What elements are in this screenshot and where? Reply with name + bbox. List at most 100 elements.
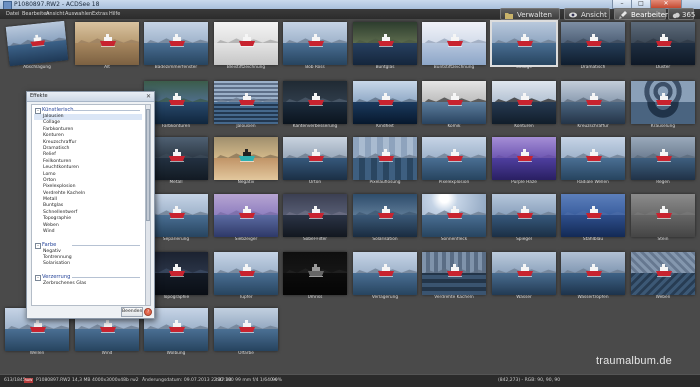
thumbnail-image[interactable] (214, 137, 278, 180)
thumbnail-label: Kreuzschraffur (577, 124, 609, 129)
thumbnail-item[interactable]: Ölfarbe (214, 308, 278, 357)
thumbnail-image[interactable] (353, 252, 417, 295)
menu-auswahlen[interactable]: Auswahlen (65, 9, 92, 19)
scrollbar-thumb[interactable] (146, 109, 150, 221)
thumbnail-image[interactable] (631, 137, 695, 180)
thumbnail-item[interactable]: Negativ (214, 137, 278, 186)
thumbnail-item[interactable]: Radiale Wellen (561, 137, 625, 186)
thumbnail-image[interactable] (561, 194, 625, 237)
thumbnail-image[interactable] (490, 20, 558, 67)
thumbnail-item[interactable]: Verlagerung (353, 252, 417, 301)
thumbnail-image[interactable] (283, 22, 347, 65)
menu-hilfe[interactable]: Hilfe (109, 9, 120, 19)
thumbnail-image[interactable] (422, 81, 486, 124)
thumbnail-image[interactable] (353, 194, 417, 237)
thumbnail-label: Badezimmerfenster (154, 65, 198, 70)
thumbnail-item[interactable]: Bob Ross (283, 22, 347, 71)
thumbnail-item[interactable]: Verdrehte Kacheln (422, 252, 486, 301)
thumbnail-item[interactable]: Düster (631, 22, 695, 71)
thumbnail-item[interactable]: Kreuzschraffur (561, 81, 625, 130)
dialog-close-icon[interactable]: ✕ (146, 92, 151, 101)
thumbnail-image[interactable] (422, 137, 486, 180)
thumbnail-image[interactable] (214, 308, 278, 351)
thumbnail-image[interactable] (214, 81, 278, 124)
thumbnail-item[interactable]: Wasser (492, 252, 556, 301)
thumbnail-image[interactable] (283, 137, 347, 180)
thumbnail-item[interactable]: Konturen (492, 81, 556, 130)
thumbnail-image[interactable] (144, 22, 208, 65)
thumbnail-item[interactable]: Buntstiftzeichnung (422, 22, 486, 71)
thumbnail-item[interactable]: Wassertropfen (561, 252, 625, 301)
thumbnail-image[interactable] (561, 22, 625, 65)
thumbnail-image[interactable] (631, 22, 695, 65)
thumbnail-item[interactable]: Alt (75, 22, 139, 71)
effects-list-item[interactable]: Wind (34, 229, 142, 235)
thumbnail-image[interactable] (631, 81, 695, 124)
thumbnail-label: Verlagerung (371, 295, 399, 300)
thumbnail-item[interactable]: Sobel-Filter (283, 194, 347, 243)
thumbnail-item[interactable]: Spiegel (492, 194, 556, 243)
thumbnail-image[interactable] (422, 22, 486, 65)
thumbnail-image[interactable] (5, 20, 69, 67)
thumbnail-image[interactable] (492, 194, 556, 237)
thumbnail-item[interactable]: Collage (490, 20, 558, 71)
effects-group-header[interactable]: – Künstlerisch (34, 107, 142, 114)
thumbnail-item[interactable]: Kräuselung (631, 81, 695, 130)
thumbnail-item[interactable]: Siebzeiger (214, 194, 278, 243)
thumbnail-image[interactable] (492, 252, 556, 295)
thumbnail-image[interactable] (561, 137, 625, 180)
effects-list-item[interactable]: Solarisation (34, 261, 142, 267)
thumbnail-image[interactable] (631, 194, 695, 237)
thumbnail-item[interactable]: Pixelauflösung (353, 137, 417, 186)
thumbnail-image[interactable] (283, 81, 347, 124)
thumbnail-item[interactable]: Stahlblau (561, 194, 625, 243)
thumbnail-image[interactable] (561, 81, 625, 124)
thumbnail-item[interactable]: Tupfer (214, 252, 278, 301)
thumbnail-image[interactable] (214, 194, 278, 237)
thumbnail-item[interactable]: Orton (283, 137, 347, 186)
thumbnail-image[interactable] (492, 81, 556, 124)
thumbnail-image[interactable] (214, 22, 278, 65)
thumbnail-item[interactable]: Komik (422, 81, 486, 130)
thumbnail-item[interactable]: Weben (631, 252, 695, 301)
thumbnail-item[interactable]: Solarisation (353, 194, 417, 243)
thumbnail-image[interactable] (283, 252, 347, 295)
thumbnail-image[interactable] (75, 22, 139, 65)
menu-extras[interactable]: Extras (92, 9, 108, 19)
effects-list-item[interactable]: Zerbrochenes Glas (34, 281, 142, 287)
help-icon[interactable]: ? (144, 308, 152, 316)
thumbnail-item[interactable]: Kantenverbesserung (283, 81, 347, 130)
thumbnail-label: Weben (655, 295, 671, 300)
thumbnail-label: Sobel-Filter (302, 237, 328, 242)
thumbnail-image[interactable] (561, 252, 625, 295)
thumbnail-item[interactable]: Abschlagung (5, 20, 69, 71)
effects-group-header[interactable]: – Farbe (34, 242, 142, 249)
thumbnail-item[interactable]: Regen (631, 137, 695, 186)
effects-list: – Künstlerisch Jalousien Collage Farbkonture… (31, 104, 146, 306)
thumbnail-image[interactable] (422, 194, 486, 237)
thumbnail-image[interactable] (214, 252, 278, 295)
thumbnail-item[interactable]: Kindheit (353, 81, 417, 130)
thumbnail-item[interactable]: Sonnenfleck (422, 194, 486, 243)
effects-group-header[interactable]: – Verzerrung (34, 274, 142, 281)
thumbnail-item[interactable]: Buntglas (353, 22, 417, 71)
menu-datei[interactable]: Datei (6, 9, 19, 19)
thumbnail-item[interactable]: Purple Haze (492, 137, 556, 186)
effects-scrollbar[interactable] (145, 104, 151, 306)
thumbnail-item[interactable]: Bleistiftzeichnung (214, 22, 278, 71)
beenden-button[interactable]: Beenden (121, 307, 143, 317)
thumbnail-item[interactable]: Jalousien (214, 81, 278, 130)
thumbnail-image[interactable] (353, 137, 417, 180)
thumbnail-item[interactable]: Umriss (283, 252, 347, 301)
thumbnail-item[interactable]: Pixelexplosion (422, 137, 486, 186)
thumbnail-item[interactable]: Stein (631, 194, 695, 243)
thumbnail-item[interactable]: Badezimmerfenster (144, 22, 208, 71)
thumbnail-image[interactable] (492, 137, 556, 180)
thumbnail-item[interactable]: Dramatisch (561, 22, 625, 71)
thumbnail-image[interactable] (353, 81, 417, 124)
thumbnail-image[interactable] (422, 252, 486, 295)
thumbnail-image[interactable] (353, 22, 417, 65)
thumbnail-image[interactable] (283, 194, 347, 237)
menu-ansicht[interactable]: Ansicht (46, 9, 64, 19)
thumbnail-image[interactable] (631, 252, 695, 295)
